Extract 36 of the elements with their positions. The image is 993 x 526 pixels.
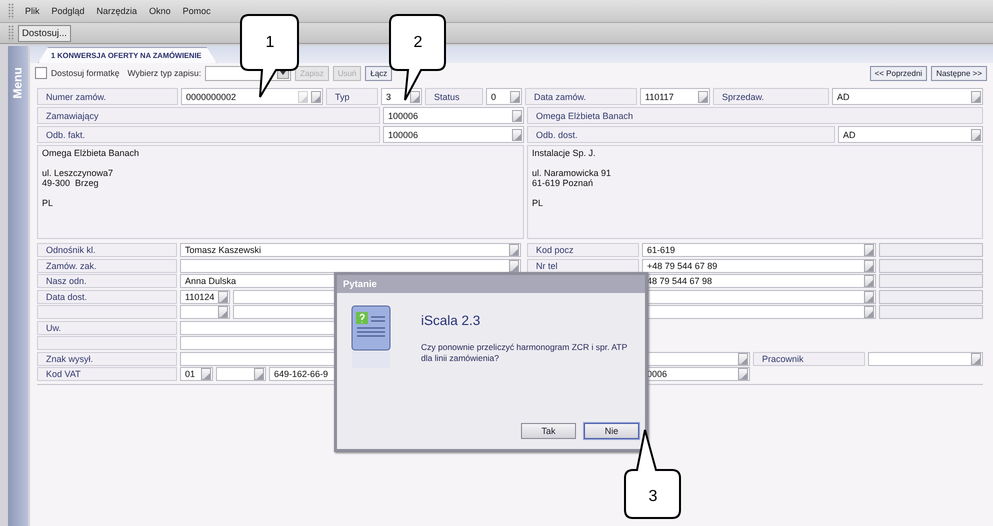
field-label: Znak wysył. [37,352,177,366]
field-label: Kod pocz [527,243,639,257]
address-line: PL [532,198,544,208]
address-line: 49-300 Brzeg [42,178,100,188]
callout-number: 2 [414,34,422,51]
field-label: Status [425,88,483,105]
checkbox-label: Dostosuj formatkę [51,68,120,78]
customer-name: Omega Elżbieta Banach [527,107,983,124]
callout-number: 1 [266,34,274,51]
dialog-title: Pytanie [337,275,645,293]
address-line: PL [42,198,54,208]
field-label: Zamów. zak. [37,258,177,272]
field-label: Odb. fakt. [37,126,380,143]
address-line: Instalacje Sp. J. [532,148,597,158]
field-label: Odb. dost. [527,126,835,143]
field-label: Zamawiający [37,107,380,124]
field-label: Nasz odn. [37,274,177,288]
address-line: Omega Elżbieta Banach [42,148,140,158]
address-line: ul. Naramowicka 91 [532,168,612,178]
field-label: Odnośnik kl. [37,243,177,257]
field-label: Numer zamów. [37,88,178,105]
field-label: Pracownik [753,352,865,366]
field-label: Typ [326,88,378,105]
record-type-label: Wybierz typ zapisu: [128,68,202,78]
dialog-heading: iScala 2.3 [421,313,482,328]
field-label: Data zamów. [525,88,637,105]
dialog-message: Czy ponownie przeliczyć harmonogram ZCR i spr. ATP dla linii zamówienia? [421,342,628,364]
field-label: Uw. [37,320,177,334]
field-label: Data dost. [37,290,177,304]
address-line: 61-619 Poznań [532,178,594,188]
callout-number: 3 [648,488,658,505]
address-line: ul. Leszczynowa7 [42,168,114,178]
field-label: Nr tel [527,258,639,272]
field-label: Kod VAT [37,367,177,381]
side-menu-label: Menu [11,67,25,99]
field-label: Sprzedaw. [713,88,829,105]
